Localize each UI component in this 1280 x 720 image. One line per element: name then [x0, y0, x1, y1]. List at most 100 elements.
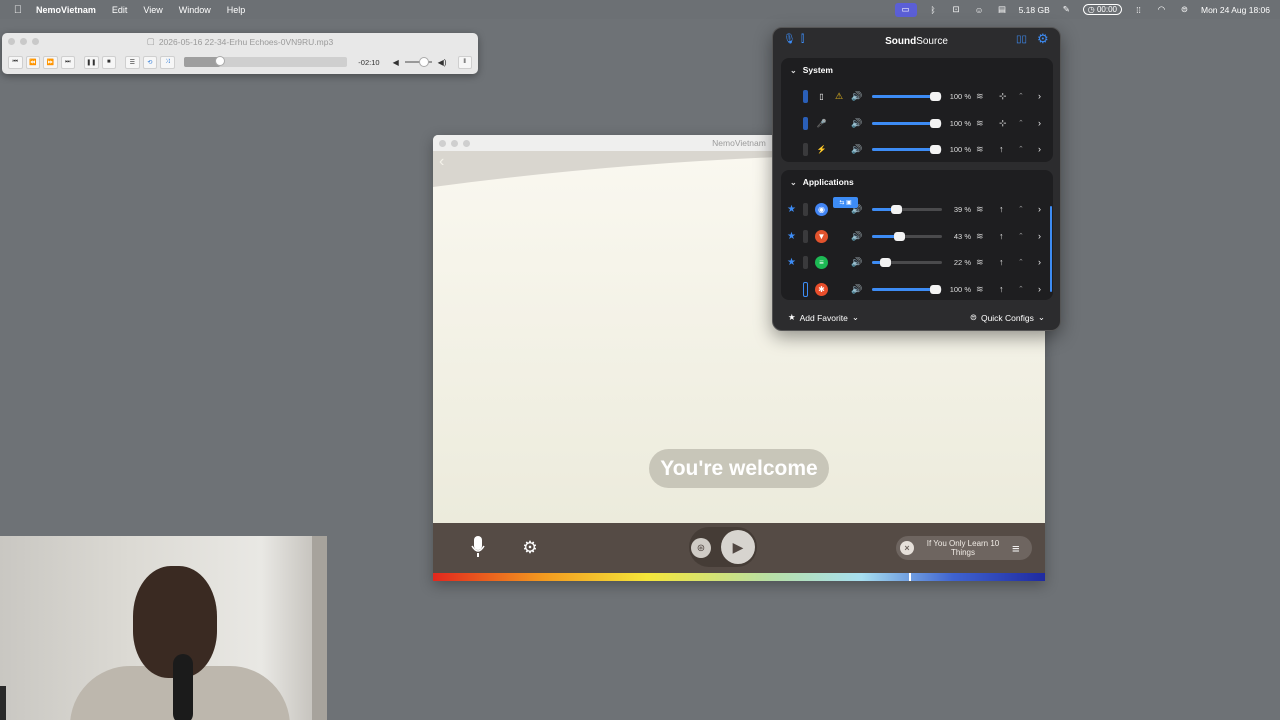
- volume-knob[interactable]: [930, 284, 941, 294]
- chrome-app-icon[interactable]: ◉: [815, 202, 828, 216]
- brave-app-icon[interactable]: ▼: [815, 229, 828, 243]
- volume-slider[interactable]: [872, 204, 942, 214]
- mic-toggle-icon[interactable]: 🎙: [783, 34, 796, 45]
- stop-button[interactable]: ■: [101, 55, 117, 69]
- phrase-bubble[interactable]: You're welcome: [649, 449, 829, 488]
- emoji-icon[interactable]: ☺: [973, 3, 986, 16]
- control-grid-icon[interactable]: ⁞⁞: [1132, 3, 1145, 16]
- effects-icon[interactable]: ≋: [976, 144, 984, 155]
- speaker-device-icon[interactable]: ▯: [815, 90, 828, 103]
- output-select-icon[interactable]: ↑: [999, 144, 1004, 154]
- speaker-icon[interactable]: 🔊: [851, 257, 862, 268]
- bolt-icon[interactable]: ⚡: [815, 143, 828, 156]
- favorite-star-icon[interactable]: ★: [787, 231, 796, 242]
- chevron-updown-icon[interactable]: ⌃: [1018, 232, 1024, 240]
- skip-end-button[interactable]: ⏭: [60, 55, 76, 69]
- effects-icon[interactable]: ≋: [976, 118, 984, 129]
- chevron-updown-icon[interactable]: ⌃: [1018, 92, 1024, 100]
- skip-start-button[interactable]: ⏮: [8, 55, 23, 69]
- volume-slider[interactable]: [872, 257, 942, 267]
- chevron-right-icon[interactable]: ›: [1038, 144, 1041, 154]
- volume-slider[interactable]: [404, 57, 432, 67]
- minimize-button[interactable]: [20, 38, 27, 45]
- favorite-star-icon[interactable]: ★: [787, 204, 796, 215]
- seek-knob[interactable]: [214, 56, 225, 66]
- chevron-right-icon[interactable]: ›: [1038, 231, 1041, 241]
- zoom-button[interactable]: [32, 38, 39, 45]
- volume-slider[interactable]: [872, 284, 942, 294]
- timer-badge[interactable]: ◷ 00:00: [1082, 4, 1122, 15]
- effects-icon[interactable]: ≋: [976, 204, 984, 215]
- effects-icon[interactable]: ≋: [976, 257, 984, 268]
- favorite-star-icon[interactable]: ★: [787, 257, 796, 268]
- volume-knob[interactable]: [930, 144, 941, 154]
- rewind-button[interactable]: ⏪: [25, 55, 41, 69]
- volume-knob[interactable]: [891, 204, 902, 214]
- minimize-button[interactable]: [451, 140, 458, 147]
- spotify-app-icon[interactable]: ≡: [815, 255, 828, 269]
- add-favorite-button[interactable]: ★ Add Favorite ⌄: [788, 312, 859, 323]
- lesson-menu-icon[interactable]: ≡: [1012, 541, 1026, 556]
- volume-knob[interactable]: [894, 231, 905, 241]
- playlist-button[interactable]: ☰: [125, 55, 140, 69]
- chevron-right-icon[interactable]: ›: [1038, 91, 1041, 101]
- volume-knob[interactable]: [880, 257, 891, 267]
- effects-icon[interactable]: ≋: [976, 91, 984, 102]
- menubar-datetime[interactable]: Mon 24 Aug 18:06: [1201, 5, 1270, 15]
- menu-window[interactable]: Window: [171, 5, 219, 15]
- microphone-icon[interactable]: [469, 536, 487, 558]
- control-center-icon[interactable]: ⊜: [1178, 3, 1191, 16]
- devices-icon[interactable]: ▯▯: [1016, 34, 1027, 45]
- speaker-icon[interactable]: 🔊: [851, 91, 862, 102]
- menu-help[interactable]: Help: [219, 5, 254, 15]
- system-header[interactable]: ⌄ System: [781, 58, 1053, 82]
- repeat-button[interactable]: ⟲: [142, 55, 158, 69]
- memory-icon[interactable]: ▤: [996, 3, 1009, 16]
- hint-icon[interactable]: ⊛: [691, 538, 711, 558]
- menu-view[interactable]: View: [135, 5, 170, 15]
- bluetooth-icon[interactable]: ᛒ: [927, 3, 940, 16]
- effects-icon[interactable]: ≋: [976, 231, 984, 242]
- microphone-icon[interactable]: 🎤: [815, 117, 828, 130]
- output-select-icon[interactable]: ↑: [999, 257, 1004, 267]
- shuffle-button[interactable]: ⤨: [160, 55, 175, 69]
- volume-knob[interactable]: [930, 91, 941, 101]
- chevron-updown-icon[interactable]: ⌃: [1018, 285, 1024, 293]
- speaker-icon[interactable]: 🔊: [851, 231, 862, 242]
- quick-configs-button[interactable]: ⊜ Quick Configs ⌄: [970, 312, 1045, 323]
- fast-forward-button[interactable]: ⏩: [43, 55, 58, 69]
- applications-header[interactable]: ⌄ Applications: [781, 170, 1053, 194]
- effects-icon[interactable]: ≋: [976, 284, 984, 295]
- pen-icon[interactable]: ✎: [1060, 3, 1073, 16]
- chevron-right-icon[interactable]: ›: [1038, 204, 1041, 214]
- settings-gear-icon[interactable]: ⚙: [520, 538, 540, 558]
- speaker-icon[interactable]: 🔊: [851, 118, 862, 129]
- settings-gear-icon[interactable]: ⚙: [1037, 31, 1049, 47]
- volume-knob[interactable]: [418, 57, 429, 67]
- chevron-updown-icon[interactable]: ⌃: [1018, 119, 1024, 127]
- equalizer-button[interactable]: ⫴: [457, 55, 473, 69]
- output-select-icon[interactable]: ↑: [999, 284, 1004, 294]
- app-app-icon[interactable]: ✱: [815, 282, 828, 296]
- volume-slider[interactable]: [872, 144, 942, 154]
- pause-button[interactable]: ❚❚: [84, 55, 99, 69]
- warning-icon[interactable]: ⚠: [835, 91, 843, 102]
- player-titlebar[interactable]: ▢ 2026-05-16 22-34-Erhu Echoes-0VN9RU.mp…: [2, 33, 478, 50]
- screenshot-icon[interactable]: ⊡: [950, 3, 963, 16]
- play-button[interactable]: ▶: [721, 530, 755, 564]
- close-lesson-icon[interactable]: ×: [900, 541, 914, 555]
- volume-slider[interactable]: [872, 231, 942, 241]
- menu-edit[interactable]: Edit: [104, 5, 136, 15]
- seek-bar[interactable]: [183, 56, 348, 67]
- chevron-right-icon[interactable]: ›: [1038, 257, 1041, 267]
- progress-rainbow-bar[interactable]: [433, 573, 1045, 581]
- speaker-icon[interactable]: 🔊: [851, 284, 862, 295]
- close-button[interactable]: [439, 140, 446, 147]
- memory-readout[interactable]: 5.18 GB: [1019, 5, 1050, 15]
- speaker-icon[interactable]: 🔊: [851, 144, 862, 155]
- chevron-updown-icon[interactable]: ⌃: [1018, 258, 1024, 266]
- output-select-icon[interactable]: ⊹: [999, 91, 1007, 102]
- close-button[interactable]: [8, 38, 15, 45]
- volume-slider[interactable]: [872, 118, 942, 128]
- output-select-icon[interactable]: ↑: [999, 231, 1004, 241]
